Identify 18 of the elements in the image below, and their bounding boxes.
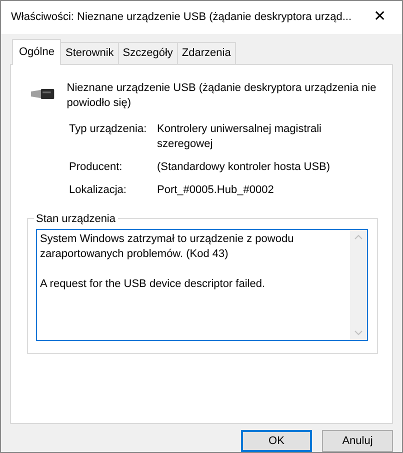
property-label: Typ urządzenia: <box>69 122 148 136</box>
ok-button[interactable]: OK <box>241 430 312 452</box>
property-value: Port_#0005.Hub_#0002 <box>157 182 275 198</box>
scrollbar[interactable] <box>350 230 367 340</box>
tab[interactable]: Ogólne <box>12 39 62 64</box>
property-label: Producent: <box>69 160 124 174</box>
property-value: Kontrolery uniwersalnej magistrali szeregowej <box>157 122 322 152</box>
property-label: Lokalizacja: <box>69 182 128 198</box>
tab[interactable]: Zdarzenia <box>176 42 236 64</box>
scroll-up-icon[interactable] <box>354 234 363 240</box>
close-button[interactable]: ✕ <box>358 1 402 34</box>
device-name: Nieznane urządzenie USB (żądanie deskryptora urządzenia nie powiodło się) <box>66 80 378 110</box>
scroll-down-icon[interactable] <box>354 330 363 336</box>
cancel-button[interactable]: Anuluj <box>322 430 393 452</box>
usb-plug-icon <box>31 86 56 100</box>
property-value: (Standardowy kontroler hosta USB) <box>157 160 332 174</box>
window-title: Właściwości: Nieznane urządzenie USB (żądanie deskryptora urząd... <box>11 10 353 26</box>
status-text: System Windows zatrzymał to urządzenie z powodu zaraportowanych problemów. (Kod 43) A request for the USB device descriptor failed. <box>39 232 295 292</box>
